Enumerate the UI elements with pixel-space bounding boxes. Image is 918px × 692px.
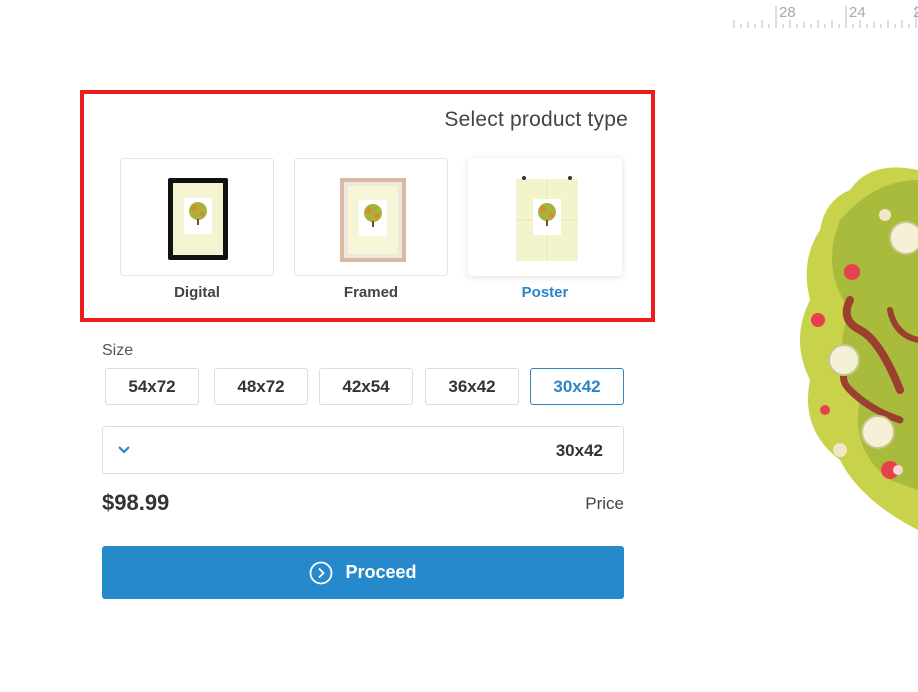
product-type-poster-card[interactable] [468,158,622,276]
product-type-digital-label: Digital [174,284,220,301]
size-option-42x54[interactable]: 42x54 [319,368,413,405]
product-type-framed-card[interactable] [294,158,448,276]
size-label: Size [102,342,134,359]
price-amount: $98.99 [102,490,170,515]
size-option-30x42[interactable]: 30x42 [530,368,624,405]
product-type-panel: Select product type Digital Framed Poste… [80,90,655,322]
digital-preview-image [168,178,228,260]
product-type-poster-label: Poster [521,284,569,301]
family-tree-illustration [780,160,918,545]
chevron-right-circle-icon [309,561,333,585]
product-type-framed-label: Framed [343,284,399,301]
size-dropdown-value: 30x42 [555,441,603,460]
framed-preview-image [340,178,406,262]
size-dropdown[interactable]: 30x42 [102,426,624,474]
proceed-button[interactable]: Proceed [102,546,624,599]
ruler-label: 24 [849,4,866,21]
chevron-down-icon [117,442,131,461]
product-type-title: Select product type [444,108,628,131]
ruler: 28 24 2 [730,0,918,32]
product-type-digital-card[interactable] [120,158,274,276]
proceed-label: Proceed [345,562,417,582]
size-option-36x42[interactable]: 36x42 [425,368,519,405]
size-option-48x72[interactable]: 48x72 [214,368,308,405]
ruler-label: 2 [913,4,918,21]
ruler-ticks [733,6,917,28]
poster-preview-image [516,176,578,261]
ruler-label: 28 [779,4,796,21]
price-label: Price [585,494,624,513]
size-option-54x72[interactable]: 54x72 [105,368,199,405]
